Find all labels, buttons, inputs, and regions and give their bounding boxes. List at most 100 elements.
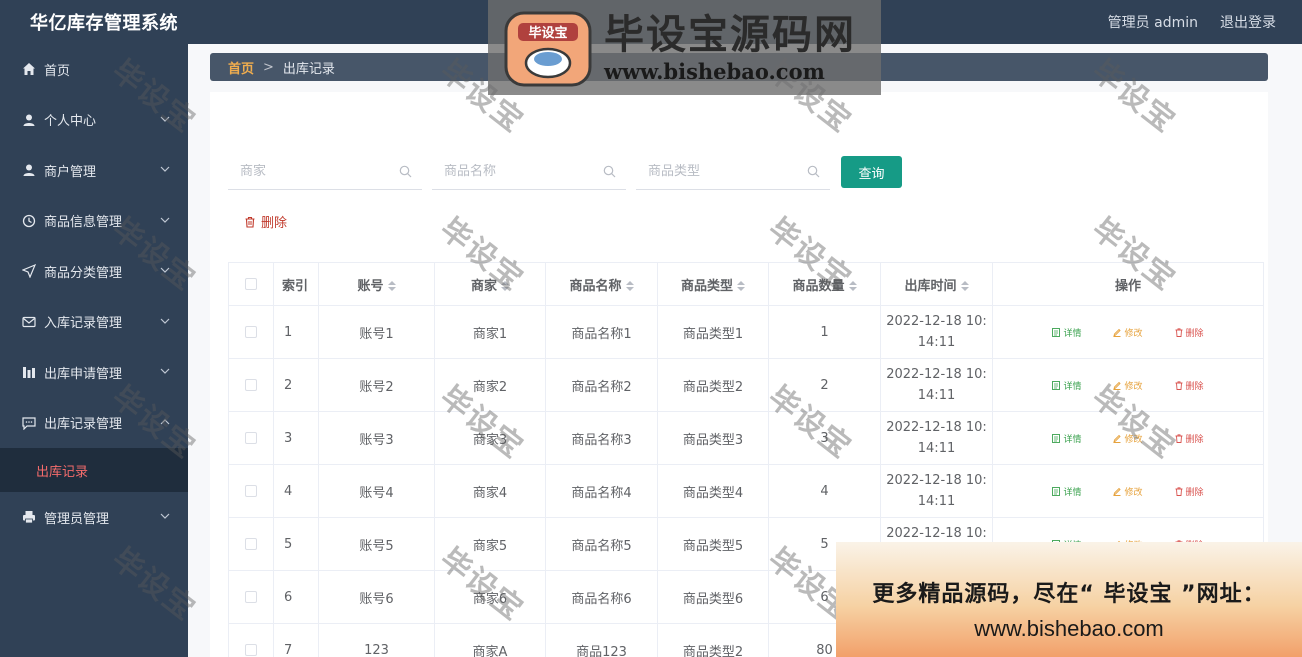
search-icon	[399, 165, 412, 178]
row-checkbox[interactable]	[245, 538, 257, 550]
column-header-product-name[interactable]: 商品名称	[545, 262, 658, 306]
sidebar-item-inbound-records[interactable]: 入库记录管理	[0, 297, 188, 348]
breadcrumb-home[interactable]: 首页	[228, 58, 254, 77]
document-icon	[1052, 486, 1061, 496]
detail-button[interactable]: 详情	[1052, 379, 1081, 392]
delete-button[interactable]: 删除	[1175, 485, 1204, 498]
merchant-search-input[interactable]	[240, 164, 390, 179]
cell-merchant: 商家2	[434, 358, 546, 412]
header-actions: 管理员 admin 退出登录	[1108, 12, 1276, 32]
sort-icon[interactable]	[737, 281, 745, 291]
product-type-search-input[interactable]	[648, 164, 798, 179]
sort-icon[interactable]	[625, 281, 634, 291]
edit-button[interactable]: 修改	[1113, 326, 1143, 339]
row-actions: 详情 修改 删除	[993, 432, 1263, 445]
cell-product-type: 商品类型5	[657, 517, 769, 571]
product-type-search-field	[636, 154, 830, 190]
sidebar-item-home[interactable]: 首页	[0, 44, 188, 95]
cell-product-name: 商品名称6	[545, 570, 658, 624]
product-name-search-input[interactable]	[444, 164, 594, 179]
column-header-product-type[interactable]: 商品类型	[657, 262, 769, 306]
sidebar-item-profile[interactable]: 个人中心	[0, 95, 188, 146]
column-header-label: 商品名称	[569, 278, 622, 294]
delete-label: 删除	[1185, 487, 1204, 498]
time-clock: 14:11	[917, 494, 956, 509]
breadcrumb-current: 出库记录	[282, 61, 335, 77]
table-row: 2 账号2 商家2 商品名称2 商品类型2 2 2022-12-18 10: 14:11 详情修…	[228, 358, 1264, 412]
cell-account: 账号1	[318, 305, 435, 359]
chevron-down-icon	[160, 116, 170, 122]
cell-product-type: 商品类型2	[657, 623, 769, 657]
sidebar-item-admins[interactable]: 管理员管理	[0, 492, 188, 543]
detail-button[interactable]: 详情	[1052, 326, 1081, 339]
batch-delete-label: 删除	[261, 216, 288, 231]
edit-button[interactable]: 修改	[1113, 379, 1143, 392]
cell-merchant: 商家1	[434, 305, 546, 359]
cell-index: 4	[273, 464, 319, 518]
column-header-merchant[interactable]: 商家	[434, 262, 546, 306]
trash-icon	[1175, 433, 1182, 443]
column-header-outbound-time[interactable]: 出库时间	[880, 262, 993, 306]
edit-label: 修改	[1124, 381, 1143, 392]
detail-button[interactable]: 详情	[1052, 485, 1081, 498]
sort-icon[interactable]	[501, 281, 509, 291]
column-header-quantity[interactable]: 商品数量	[768, 262, 881, 306]
delete-button[interactable]: 删除	[1175, 326, 1204, 339]
chevron-down-icon	[160, 513, 170, 520]
time-date: 2022-12-18 10:	[886, 314, 987, 329]
delete-button[interactable]: 删除	[1175, 432, 1204, 445]
sidebar-item-product-category[interactable]: 商品分类管理	[0, 246, 188, 297]
delete-button[interactable]: 删除	[1175, 379, 1204, 392]
sort-icon[interactable]	[387, 281, 396, 291]
cell-product-name: 商品名称3	[545, 411, 658, 465]
chevron-down-icon	[160, 267, 170, 274]
row-checkbox[interactable]	[245, 591, 257, 603]
select-all-checkbox[interactable]	[245, 278, 257, 290]
edit-button[interactable]: 修改	[1113, 432, 1143, 445]
cell-account: 账号4	[318, 464, 435, 518]
promo-url: www.bishebao.com	[974, 616, 1164, 641]
sidebar-item-label: 商品分类管理	[44, 265, 123, 281]
sidebar-subitem-outbound-record[interactable]: 出库记录	[0, 448, 188, 492]
sort-icon[interactable]	[960, 281, 969, 291]
logo-url: www.bishebao.com	[604, 58, 825, 84]
chevron-up-icon	[160, 418, 170, 425]
sidebar-item-label: 出库申请管理	[44, 366, 123, 382]
cell-quantity: 2	[768, 358, 881, 412]
row-checkbox[interactable]	[245, 432, 257, 444]
cell-account: 账号2	[318, 358, 435, 412]
row-checkbox[interactable]	[245, 379, 257, 391]
send-icon	[22, 264, 36, 279]
cell-account: 账号6	[318, 570, 435, 624]
cell-account: 123	[318, 623, 435, 657]
search-icon	[807, 165, 820, 178]
product-name-search-field	[432, 154, 626, 190]
column-header-account[interactable]: 账号	[318, 262, 435, 306]
column-header-label: 商品类型	[680, 278, 733, 294]
current-user-label[interactable]: 管理员 admin	[1108, 12, 1198, 32]
logout-link[interactable]: 退出登录	[1220, 12, 1276, 32]
cell-merchant: 商家5	[434, 517, 546, 571]
cell-index: 6	[273, 570, 319, 624]
sidebar-item-outbound-records[interactable]: 出库记录管理	[0, 398, 188, 449]
sidebar-item-merchants[interactable]: 商户管理	[0, 145, 188, 196]
sidebar-item-label: 首页	[44, 63, 71, 79]
cell-account: 账号3	[318, 411, 435, 465]
sidebar-item-label: 管理员管理	[44, 511, 110, 527]
cell-outbound-time: 2022-12-18 10: 14:11	[880, 305, 993, 359]
cell-product-name: 商品名称2	[545, 358, 658, 412]
row-checkbox[interactable]	[245, 485, 257, 497]
batch-delete-button[interactable]: 删除	[244, 212, 287, 231]
row-checkbox[interactable]	[245, 644, 257, 656]
sort-icon[interactable]	[848, 281, 857, 291]
detail-button[interactable]: 详情	[1052, 432, 1081, 445]
edit-button[interactable]: 修改	[1113, 485, 1143, 498]
sidebar-item-outbound-requests[interactable]: 出库申请管理	[0, 347, 188, 398]
printer-icon	[22, 510, 36, 524]
cell-index: 7	[273, 623, 319, 657]
sidebar-item-label: 商户管理	[44, 164, 97, 180]
sidebar-item-product-info[interactable]: 商品信息管理	[0, 196, 188, 247]
query-button[interactable]: 查询	[841, 156, 902, 188]
row-checkbox[interactable]	[245, 326, 257, 338]
row-select-cell	[228, 517, 274, 571]
